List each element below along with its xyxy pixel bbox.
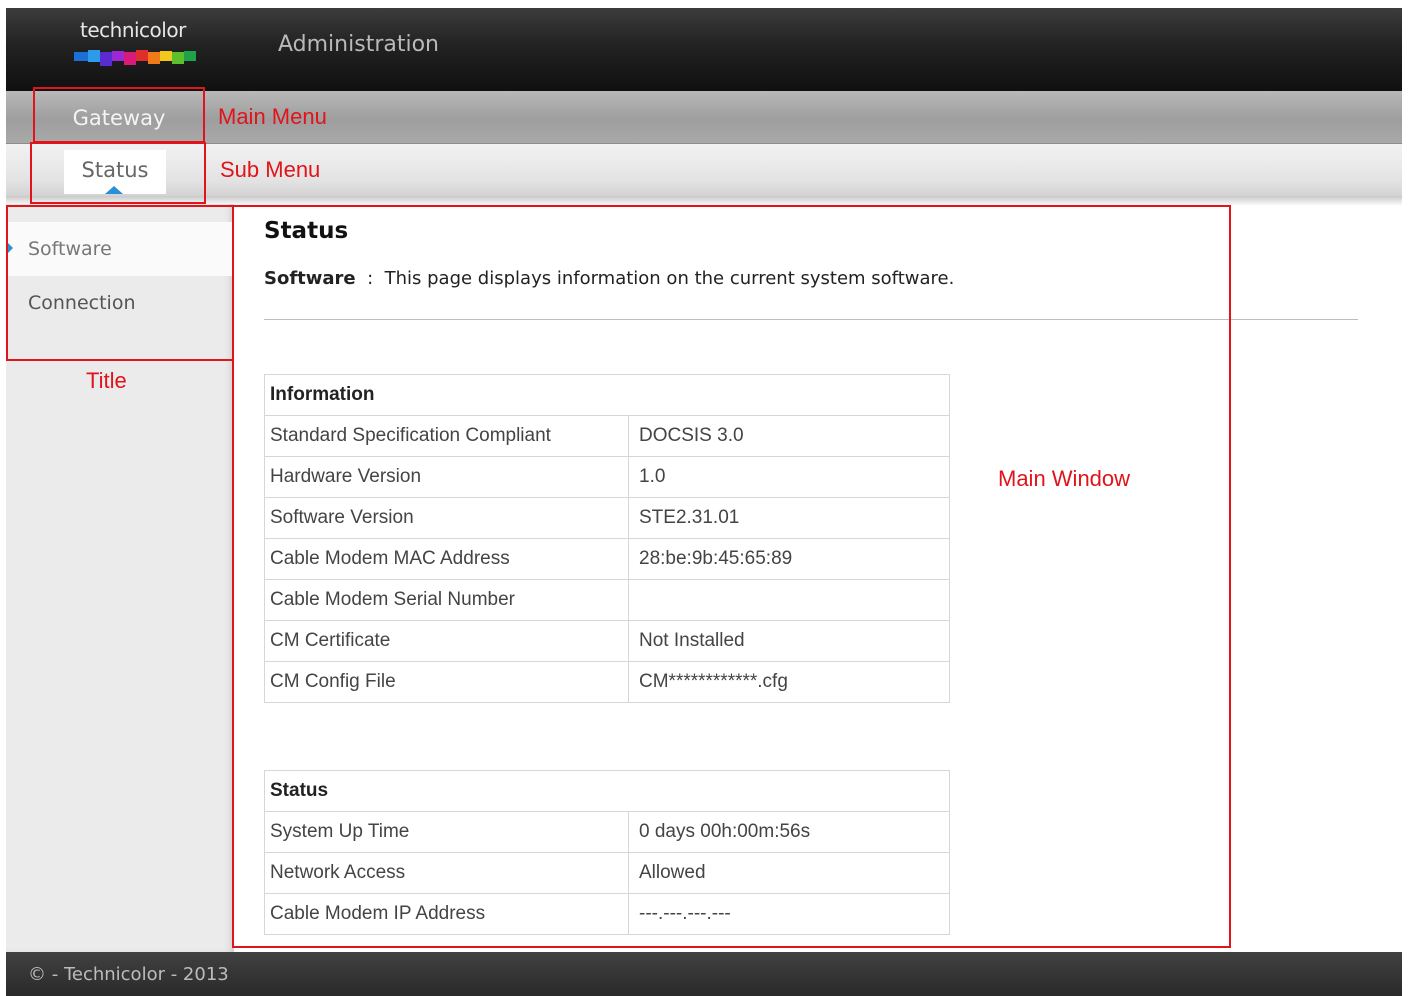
- logo-color-bar-icon: [74, 50, 196, 66]
- technicolor-logo[interactable]: technicolor: [74, 18, 200, 78]
- annotation-box-main-window: [232, 205, 1231, 948]
- annotation-title: Title: [86, 368, 127, 393]
- copyright-text: © - Technicolor - 2013: [28, 964, 229, 985]
- annotation-box-title: [6, 205, 234, 361]
- top-header: technicolor Administration: [6, 8, 1402, 91]
- annotation-box-sub-menu: [30, 142, 206, 204]
- annotation-sub-menu: Sub Menu: [220, 157, 321, 182]
- header-title: Administration: [278, 32, 439, 57]
- annotation-main-menu: Main Menu: [218, 104, 327, 129]
- annotation-main-window: Main Window: [998, 466, 1131, 491]
- main-menu-bar: Gateway: [6, 91, 1402, 144]
- annotation-box-main-menu: [33, 87, 205, 143]
- footer: © - Technicolor - 2013: [6, 952, 1402, 996]
- logo-text: technicolor: [80, 18, 186, 42]
- sub-menu-bar: Status: [6, 144, 1402, 196]
